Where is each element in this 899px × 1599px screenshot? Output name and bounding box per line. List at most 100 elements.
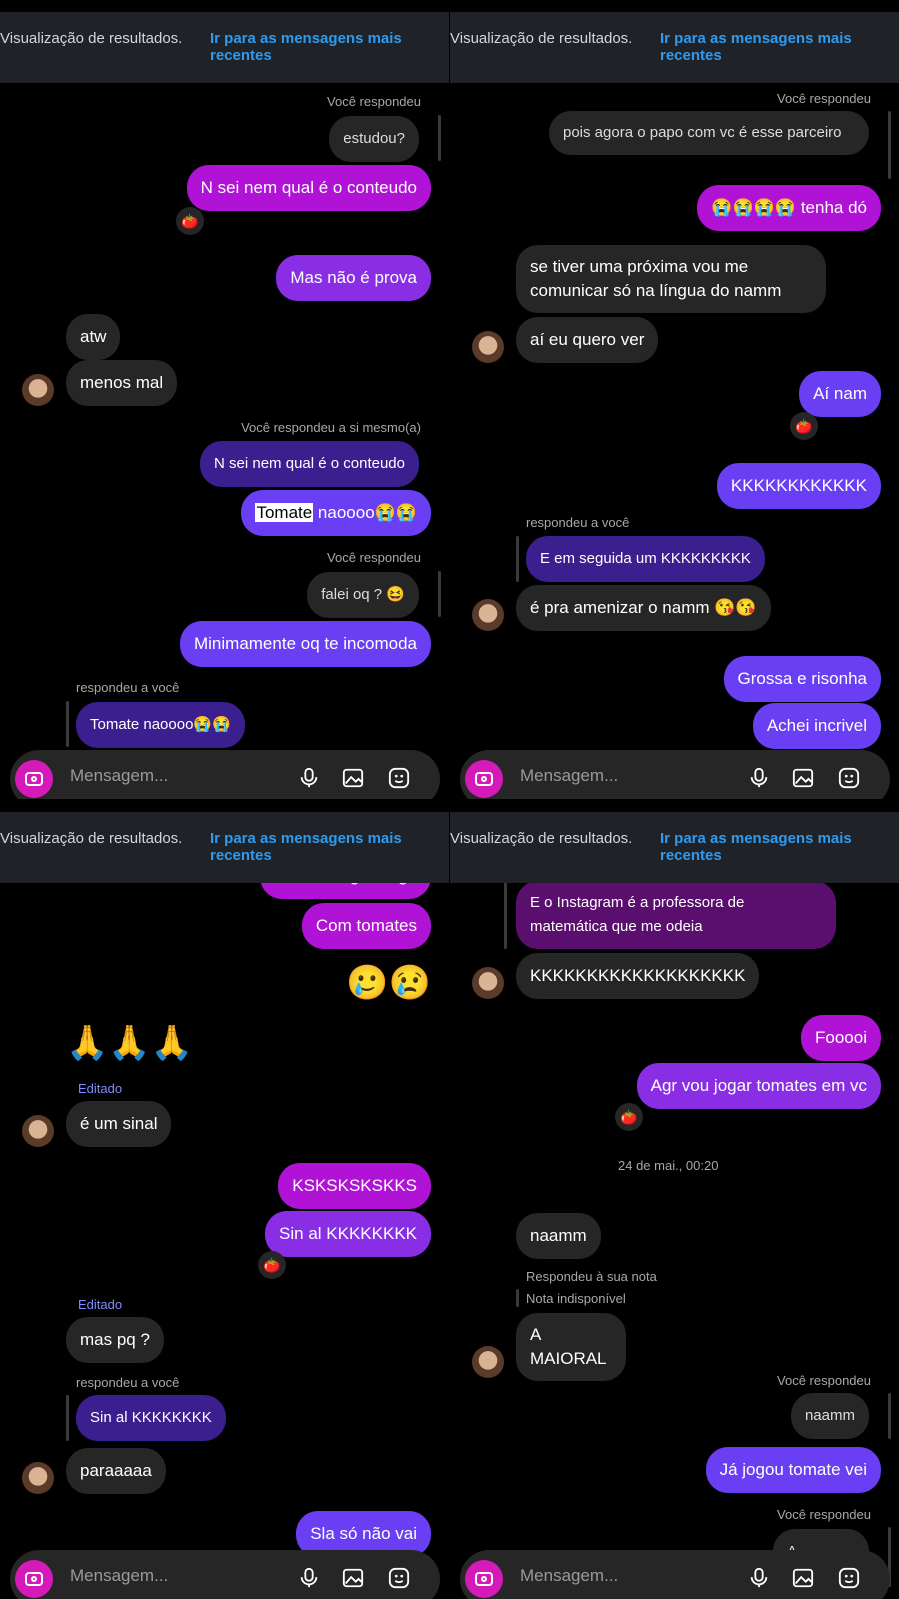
quoted-message[interactable]: E o Instagram é a professora de matemáti… — [516, 881, 836, 949]
edited-label: Editado — [78, 1297, 123, 1312]
message-bubble[interactable]: KKKKKKKKKKKK — [716, 463, 881, 509]
edited-label: Editado — [78, 1081, 123, 1096]
reply-bar — [504, 881, 507, 949]
emoji-message[interactable]: 🙏🙏🙏 — [66, 1023, 193, 1063]
jump-to-recent-link[interactable]: Ir para as mensagens mais recentes — [210, 30, 440, 64]
message-list[interactable]: Você respondeu estudou? N sei nem qual é… — [0, 83, 449, 799]
message-bubble[interactable]: aí eu quero ver — [516, 317, 659, 363]
camera-icon — [25, 1572, 43, 1586]
contact-avatar[interactable] — [472, 967, 504, 999]
gallery-icon[interactable] — [792, 767, 814, 789]
chat-panel-3: Não consigo reagir Com tomates 🥲😢 🙏🙏🙏 Ed… — [0, 800, 449, 1599]
microphone-icon[interactable] — [748, 1567, 770, 1589]
message-bubble[interactable]: Mas não é prova — [276, 255, 431, 301]
reply-label: Você respondeu — [327, 550, 421, 565]
message-composer[interactable]: Mensagem... — [10, 1550, 440, 1599]
message-bubble[interactable]: mas pq ? — [66, 1317, 164, 1363]
message-bubble[interactable]: Aí nam — [799, 371, 881, 417]
quoted-message[interactable]: Tomate naoooo😭😭 — [76, 702, 245, 748]
reply-bar — [888, 111, 891, 179]
message-bubble[interactable]: Já jogou tomate vei — [705, 1447, 881, 1493]
message-bubble[interactable]: Achei incrivel — [752, 703, 881, 749]
message-list[interactable]: Você respondeu pois agora o papo com vc … — [450, 83, 899, 799]
reply-bar — [438, 571, 441, 617]
sticker-icon[interactable] — [838, 1567, 860, 1589]
tomato-reaction[interactable]: 🍅 — [176, 207, 204, 235]
message-input[interactable]: Mensagem... — [70, 766, 168, 786]
message-bubble[interactable]: Sin al KKKKKKKK — [265, 1211, 431, 1257]
quoted-message[interactable]: falei oq ? 😆 — [307, 572, 419, 618]
camera-button[interactable] — [465, 1560, 503, 1598]
contact-avatar[interactable] — [22, 1115, 54, 1147]
message-bubble[interactable]: KSKSKSKSKKS — [278, 1163, 431, 1209]
camera-button[interactable] — [465, 760, 503, 798]
sticker-icon[interactable] — [388, 767, 410, 789]
message-bubble[interactable]: Minimamente oq te incomoda — [179, 621, 431, 667]
tomato-reaction[interactable]: 🍅 — [790, 412, 818, 440]
contact-avatar[interactable] — [472, 1346, 504, 1378]
message-composer[interactable]: Mensagem... — [460, 750, 890, 799]
message-bubble[interactable]: se tiver uma próxima vou me comunicar só… — [516, 245, 826, 313]
quoted-message[interactable]: N sei nem qual é o conteudo — [200, 441, 419, 487]
camera-button[interactable] — [15, 760, 53, 798]
reply-bar — [516, 1289, 519, 1307]
microphone-icon[interactable] — [298, 767, 320, 789]
gallery-icon[interactable] — [342, 1567, 364, 1589]
message-bubble[interactable]: Tomate naoooo😭😭 — [241, 490, 431, 536]
reply-label: Você respondeu — [777, 91, 871, 106]
jump-to-recent-link[interactable]: Ir para as mensagens mais recentes — [210, 830, 440, 864]
message-bubble[interactable]: é pra amenizar o namm 😘😘 — [516, 585, 771, 631]
tomato-reaction[interactable]: 🍅 — [615, 1103, 643, 1131]
quoted-message[interactable]: pois agora o papo com vc é esse parceiro — [549, 111, 869, 155]
message-input[interactable]: Mensagem... — [70, 1566, 168, 1586]
message-bubble[interactable]: Com tomates — [301, 903, 431, 949]
search-highlight: Tomate — [255, 503, 314, 522]
gallery-icon[interactable] — [792, 1567, 814, 1589]
camera-button[interactable] — [15, 1560, 53, 1598]
message-list[interactable]: E o Instagram é a professora de matemáti… — [450, 881, 899, 1599]
quoted-message[interactable]: E em seguida um KKKKKKKKK — [526, 536, 765, 582]
reply-label: Você respondeu — [777, 1507, 871, 1522]
contact-avatar[interactable] — [472, 331, 504, 363]
message-input[interactable]: Mensagem... — [520, 766, 618, 786]
quoted-message[interactable]: Sin al KKKKKKKK — [76, 1395, 226, 1441]
message-composer[interactable]: Mensagem... — [460, 1550, 890, 1599]
chat-panel-1: Visualização de resultados. Ir para as m… — [0, 0, 449, 799]
contact-avatar[interactable] — [22, 374, 54, 406]
message-bubble[interactable]: KKKKKKKKKKKKKKKKKKK — [516, 953, 760, 999]
search-results-banner: Visualização de resultados. Ir para as m… — [0, 12, 449, 83]
gallery-icon[interactable] — [342, 767, 364, 789]
message-input[interactable]: Mensagem... — [520, 1566, 618, 1586]
message-bubble[interactable]: Agr vou jogar tomates em vc — [636, 1063, 881, 1109]
camera-icon — [25, 772, 43, 786]
message-bubble[interactable]: é um sinal — [66, 1101, 172, 1147]
status-strip — [0, 0, 449, 12]
message-bubble[interactable]: 😭😭😭😭 tenha dó — [697, 185, 881, 231]
jump-to-recent-link[interactable]: Ir para as mensagens mais recentes — [660, 30, 890, 64]
message-bubble[interactable]: Fooooi — [801, 1015, 881, 1061]
sticker-icon[interactable] — [388, 1567, 410, 1589]
message-composer[interactable]: Mensagem... — [10, 750, 440, 799]
microphone-icon[interactable] — [748, 767, 770, 789]
message-bubble[interactable]: naamm — [516, 1213, 601, 1259]
message-bubble[interactable]: menos mal — [66, 360, 178, 406]
sticker-icon[interactable] — [838, 767, 860, 789]
tomato-reaction[interactable]: 🍅 — [258, 1251, 286, 1279]
quoted-message[interactable]: estudou? — [329, 116, 419, 162]
message-bubble[interactable]: Grossa e risonha — [723, 656, 881, 702]
message-bubble[interactable]: paraaaaa — [66, 1448, 166, 1494]
emoji-message[interactable]: 🥲😢 — [346, 963, 431, 1003]
message-list[interactable]: Não consigo reagir Com tomates 🥲😢 🙏🙏🙏 Ed… — [0, 853, 449, 1599]
microphone-icon[interactable] — [298, 1567, 320, 1589]
message-bubble[interactable]: N sei nem qual é o conteudo — [186, 165, 431, 211]
reply-bar — [66, 701, 69, 747]
note-unavailable-label: Nota indisponível — [526, 1291, 626, 1306]
jump-to-recent-link[interactable]: Ir para as mensagens mais recentes — [660, 830, 890, 864]
message-bubble[interactable]: A MAIORAL — [516, 1313, 626, 1381]
reply-label: Você respondeu — [327, 94, 421, 109]
contact-avatar[interactable] — [22, 1462, 54, 1494]
contact-avatar[interactable] — [472, 599, 504, 631]
message-bubble[interactable]: atw — [66, 314, 121, 360]
reply-bar — [438, 115, 441, 161]
quoted-message[interactable]: naamm — [790, 1393, 869, 1439]
